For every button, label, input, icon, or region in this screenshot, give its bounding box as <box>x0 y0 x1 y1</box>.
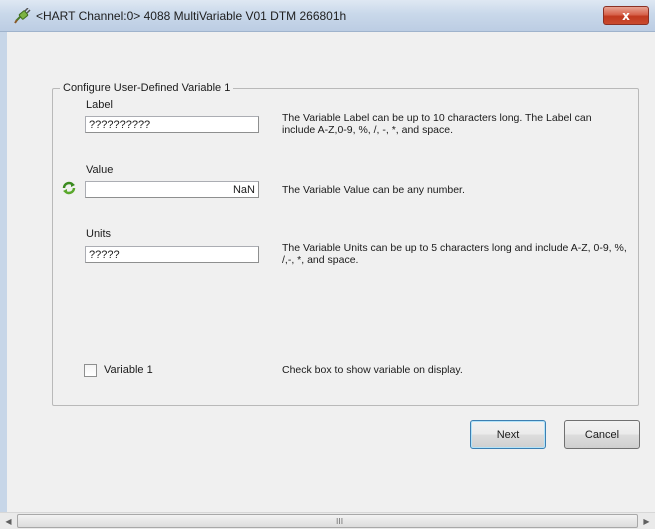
variable-1-checkbox-label[interactable]: Variable 1 <box>104 364 153 376</box>
window-title: <HART Channel:0> 4088 MultiVariable V01 … <box>36 9 347 23</box>
checkbox-description: Check box to show variable on display. <box>282 364 463 376</box>
value-input[interactable]: NaN <box>85 181 259 198</box>
next-button[interactable]: Next <box>470 420 546 449</box>
cancel-button[interactable]: Cancel <box>564 420 640 449</box>
scroll-left-arrow-icon[interactable]: ◀ <box>0 513 17 529</box>
variable-1-checkbox[interactable] <box>84 364 97 377</box>
label-description: The Variable Label can be up to 10 chara… <box>282 112 592 136</box>
refresh-icon[interactable] <box>61 180 77 196</box>
window-left-border <box>0 32 7 512</box>
scrollbar-thumb[interactable]: III <box>17 514 638 528</box>
scroll-right-arrow-icon[interactable]: ▶ <box>638 513 655 529</box>
units-input[interactable]: ????? <box>85 246 259 263</box>
label-input[interactable]: ?????????? <box>85 116 259 133</box>
units-description: The Variable Units can be up to 5 charac… <box>282 242 627 266</box>
value-field-label: Value <box>86 164 114 176</box>
dtm-window: <HART Channel:0> 4088 MultiVariable V01 … <box>0 0 655 529</box>
title-bar[interactable]: <HART Channel:0> 4088 MultiVariable V01 … <box>0 0 655 32</box>
close-icon: x <box>622 8 630 23</box>
scrollbar-grip: III <box>336 517 344 526</box>
label-field-label: Label <box>86 99 113 111</box>
groupbox-legend: Configure User-Defined Variable 1 <box>60 82 234 94</box>
horizontal-scrollbar[interactable]: ◀ III ▶ <box>0 512 655 529</box>
value-description: The Variable Value can be any number. <box>282 184 465 196</box>
close-button[interactable]: x <box>603 6 649 25</box>
app-plug-icon <box>14 7 32 24</box>
units-field-label: Units <box>86 228 112 240</box>
